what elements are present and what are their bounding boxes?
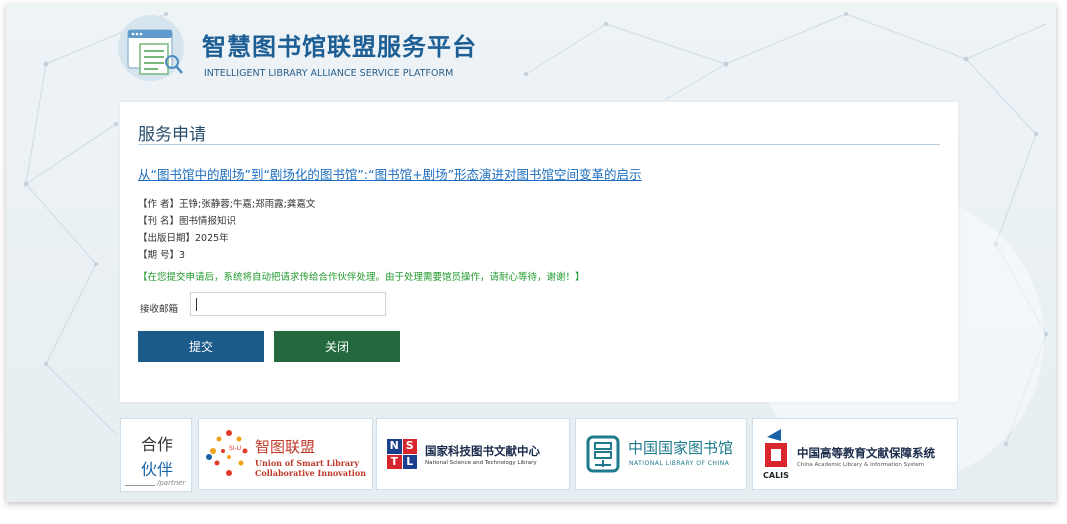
- partner-label-rule: [125, 485, 155, 486]
- partner-smart-library-union[interactable]: SI-U 智图联盟 Union of Smart Library Collabo…: [198, 418, 373, 490]
- partner-label-line2: 伙伴: [141, 460, 174, 479]
- nstl-logo-icon: N S T L: [387, 439, 417, 469]
- partner-label-line1: 合作: [141, 435, 174, 454]
- partner4-sub: China Academic Library & Information Sys…: [797, 462, 925, 468]
- partner-nstl[interactable]: N S T L 国家科技图书文献中心 National Science and …: [376, 418, 570, 490]
- partner-label: 合作 伙伴 /partner: [120, 418, 192, 492]
- calis-logo-icon: [765, 429, 787, 467]
- meta-authors: 【作 者】王铮;张静蓉;牛嘉;郑雨露;龚嘉文: [138, 199, 316, 210]
- email-input[interactable]: [190, 292, 386, 316]
- partner4-name: 中国高等教育文献保障系统: [797, 446, 935, 460]
- partner-label-line3: /partner: [157, 479, 186, 487]
- submit-button[interactable]: 提交: [138, 331, 264, 362]
- text-cursor: [196, 298, 197, 311]
- email-label: 接收邮箱: [140, 304, 179, 315]
- heading-divider: [138, 144, 940, 145]
- site-title: 智慧图书馆联盟服务平台: [202, 33, 477, 61]
- service-request-panel: 服务申请 从“图书馆中的剧场”到“剧场化的图书馆”:“图书馆+剧场”形态演进对图…: [120, 102, 958, 402]
- national-library-logo-icon: [586, 435, 620, 473]
- submit-notice: 【在您提交申请后，系统将自动把请求传给合作伙伴处理。由于处理需要馆员操作，请耐心…: [138, 272, 585, 283]
- partner3-name: 中国国家图书馆: [628, 439, 734, 457]
- meta-pub-date: 【出版日期】2025年: [138, 233, 229, 244]
- partner-national-library[interactable]: 中国国家图书馆 NATIONAL LIBRARY OF CHINA: [575, 418, 747, 490]
- partner1-badge: SI-U: [229, 445, 242, 452]
- panel-heading: 服务申请: [138, 125, 206, 145]
- logo-document-icon: [127, 29, 183, 75]
- article-title-link[interactable]: 从“图书馆中的剧场”到“剧场化的图书馆”:“图书馆+剧场”形态演进对图书馆空间变…: [138, 164, 642, 183]
- close-button[interactable]: 关闭: [274, 331, 400, 362]
- dotted-star-logo-icon: [206, 430, 248, 476]
- meta-journal: 【刊 名】图书情报知识: [138, 216, 237, 227]
- partner1-name: 智图联盟: [255, 438, 316, 456]
- partner1-sub2: Collaborative Innovation: [255, 468, 366, 478]
- partner1-sub1: Union of Smart Library: [255, 458, 359, 468]
- partner2-sub: National Science and Technology Library: [425, 460, 537, 466]
- partner-calis[interactable]: CALIS 中国高等教育文献保障系统 China Academic Librar…: [752, 418, 958, 490]
- meta-issue: 【期 号】3: [138, 250, 186, 261]
- partner3-sub: NATIONAL LIBRARY OF CHINA: [629, 460, 730, 467]
- site-subtitle: INTELLIGENT LIBRARY ALLIANCE SERVICE PLA…: [204, 68, 454, 79]
- partner2-name: 国家科技图书文献中心: [425, 444, 540, 458]
- partner4-mark: CALIS: [763, 471, 789, 480]
